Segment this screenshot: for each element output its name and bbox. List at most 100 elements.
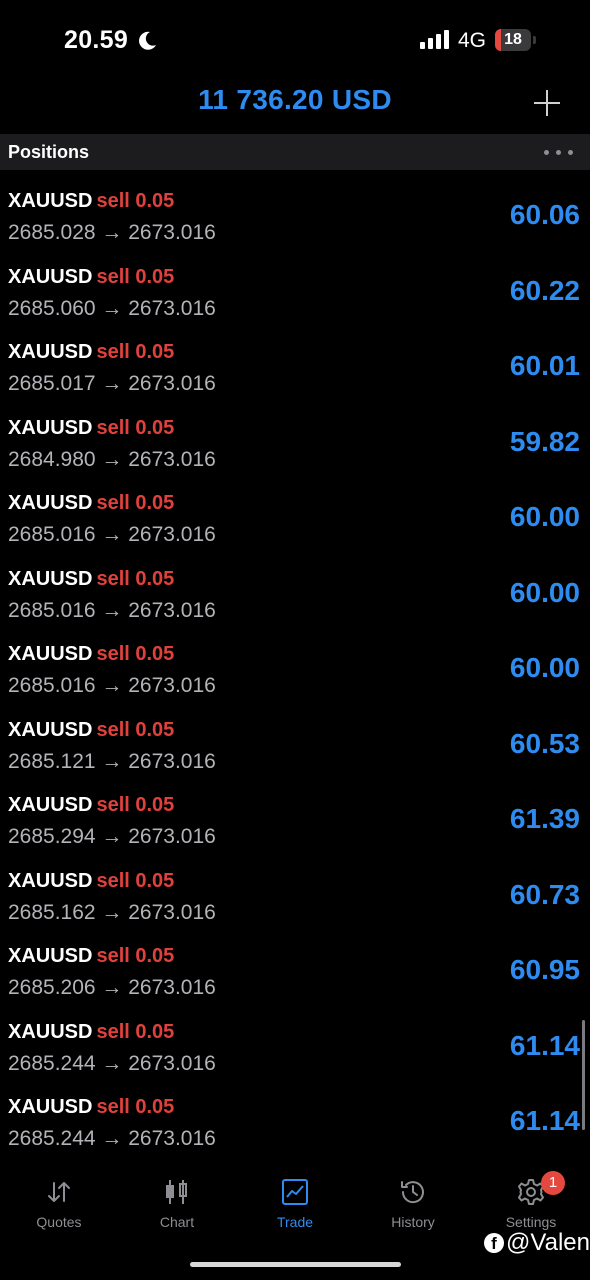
tab-history[interactable]: History — [354, 1168, 472, 1238]
watermark-text: @Valen — [506, 1229, 590, 1256]
position-prices: 2685.206 → 2673.016 — [8, 976, 216, 999]
position-symbol: XAUUSD — [8, 567, 93, 590]
tab-label: Quotes — [36, 1214, 82, 1230]
position-row[interactable]: XAUUSD sell 0.05 2685.016 → 2673.016 60.00 — [0, 482, 590, 558]
position-profit: 60.22 — [509, 274, 580, 306]
position-side: sell 0.05 — [96, 643, 175, 665]
position-symbol: XAUUSD — [8, 869, 93, 892]
position-symbol: XAUUSD — [8, 190, 93, 212]
position-title: XAUUSD sell 0.05 — [8, 719, 174, 742]
position-prices: 2685.121 → 2673.016 — [8, 749, 216, 773]
position-profit: 60.01 — [509, 350, 580, 381]
tab-label: Chart — [159, 1214, 195, 1230]
position-title: XAUUSD sell 0.05 — [8, 417, 174, 440]
position-prices: 2685.060 → 2673.016 — [8, 296, 216, 320]
position-prices: 2685.016 → 2673.016 — [8, 523, 216, 546]
tab-label: Trade — [276, 1214, 314, 1230]
position-profit: 61.14 — [509, 1105, 580, 1136]
position-prices: 2685.162 → 2673.016 — [8, 900, 216, 924]
status-time: 20.59 — [64, 26, 129, 54]
positions-list: XAUUSD sell 0.05 2685.028 → 2673.016 60.06 X… — [0, 180, 590, 1162]
position-side: sell 0.05 — [96, 869, 175, 892]
position-side: sell 0.05 — [96, 265, 175, 288]
positions-section-header: Positions — [0, 134, 590, 170]
battery-level: 18 — [504, 31, 522, 48]
position-prices: 2685.028 → 2673.016 — [8, 221, 216, 244]
more-options-icon[interactable] — [544, 150, 574, 156]
trade-chart-icon — [282, 1179, 308, 1205]
position-row[interactable]: XAUUSD sell 0.05 2685.244 → 2673.016 61.14 — [0, 1086, 590, 1162]
position-side: sell 0.05 — [96, 190, 175, 212]
position-profit: 60.06 — [509, 199, 580, 230]
position-side: sell 0.05 — [96, 341, 175, 363]
position-title: XAUUSD sell 0.05 — [8, 643, 174, 666]
position-title: XAUUSD sell 0.05 — [8, 492, 174, 515]
position-row[interactable]: XAUUSD sell 0.05 2685.206 → 2673.016 60.95 — [0, 935, 590, 1011]
position-symbol: XAUUSD — [8, 1020, 93, 1043]
position-side: sell 0.05 — [96, 945, 175, 967]
position-row[interactable]: XAUUSD sell 0.05 2685.121 → 2673.016 60.53 — [0, 709, 590, 785]
position-row[interactable]: XAUUSD sell 0.05 2685.016 → 2673.016 60.00 — [0, 633, 590, 709]
position-row[interactable]: XAUUSD sell 0.05 2685.060 → 2673.016 60.22 — [0, 256, 590, 332]
network-type: 4G — [458, 29, 487, 52]
status-bar: 20.59 4G 18 — [0, 0, 590, 80]
quotes-arrows-icon — [48, 1182, 70, 1202]
position-title: XAUUSD sell 0.05 — [8, 190, 174, 213]
tab-label: Settings — [505, 1214, 557, 1230]
position-row[interactable]: XAUUSD sell 0.05 2685.162 → 2673.016 60.73 — [0, 860, 590, 936]
tab-quotes[interactable]: Quotes — [0, 1168, 118, 1238]
section-title: Positions — [8, 142, 90, 162]
position-title: XAUUSD sell 0.05 — [8, 870, 174, 893]
battery-icon: 18 — [495, 29, 537, 51]
position-title: XAUUSD sell 0.05 — [8, 1021, 174, 1044]
position-symbol: XAUUSD — [8, 794, 93, 816]
moon-icon — [139, 31, 156, 50]
position-side: sell 0.05 — [96, 1020, 175, 1043]
position-symbol: XAUUSD — [8, 492, 93, 514]
position-row[interactable]: XAUUSD sell 0.05 2684.980 → 2673.016 59.82 — [0, 407, 590, 483]
position-row[interactable]: XAUUSD sell 0.05 2685.017 → 2673.016 60.01 — [0, 331, 590, 407]
position-symbol: XAUUSD — [8, 643, 93, 665]
position-symbol: XAUUSD — [8, 1096, 93, 1118]
position-prices: 2685.017 → 2673.016 — [8, 372, 216, 395]
position-profit: 60.00 — [509, 576, 580, 608]
position-title: XAUUSD sell 0.05 — [8, 1096, 174, 1119]
notification-badge: 1 — [541, 1171, 565, 1195]
tab-trade[interactable]: Trade — [236, 1168, 354, 1238]
position-row[interactable]: XAUUSD sell 0.05 2685.294 → 2673.016 61.39 — [0, 784, 590, 860]
position-title: XAUUSD sell 0.05 — [8, 945, 174, 968]
position-profit: 60.00 — [509, 652, 580, 683]
tab-label: History — [391, 1214, 435, 1230]
position-row[interactable]: XAUUSD sell 0.05 2685.016 → 2673.016 60.00 — [0, 558, 590, 634]
position-prices: 2685.244 → 2673.016 — [8, 1051, 216, 1075]
position-symbol: XAUUSD — [8, 718, 93, 741]
position-title: XAUUSD sell 0.05 — [8, 341, 174, 364]
position-symbol: XAUUSD — [8, 265, 93, 288]
position-profit: 60.00 — [509, 501, 580, 532]
position-prices: 2685.294 → 2673.016 — [8, 825, 216, 848]
position-side: sell 0.05 — [96, 718, 175, 741]
tab-chart[interactable]: Chart — [118, 1168, 236, 1238]
position-prices: 2684.980 → 2673.016 — [8, 447, 216, 471]
position-symbol: XAUUSD — [8, 341, 93, 363]
add-order-button[interactable] — [532, 88, 562, 118]
scrollbar[interactable] — [582, 1020, 585, 1130]
account-balance: 11 736.20 USD — [198, 84, 392, 115]
position-symbol: XAUUSD — [8, 416, 93, 439]
position-profit: 61.14 — [509, 1029, 580, 1061]
position-prices: 2685.016 → 2673.016 — [8, 598, 216, 622]
position-title: XAUUSD sell 0.05 — [8, 266, 174, 289]
position-side: sell 0.05 — [96, 794, 175, 816]
signal-icon — [420, 30, 449, 49]
tab-bar: Quotes Chart Trade History 1 Settings — [0, 1168, 590, 1238]
position-title: XAUUSD sell 0.05 — [8, 568, 174, 591]
position-side: sell 0.05 — [96, 416, 175, 439]
position-side: sell 0.05 — [96, 492, 175, 514]
tab-settings[interactable]: 1 Settings — [472, 1168, 590, 1238]
position-profit: 60.53 — [509, 727, 580, 759]
position-row[interactable]: XAUUSD sell 0.05 2685.028 → 2673.016 60.06 — [0, 180, 590, 256]
position-row[interactable]: XAUUSD sell 0.05 2685.244 → 2673.016 61.14 — [0, 1011, 590, 1087]
history-clock-icon — [401, 1181, 424, 1204]
position-profit: 60.73 — [509, 878, 580, 910]
facebook-icon: f — [484, 1233, 504, 1253]
